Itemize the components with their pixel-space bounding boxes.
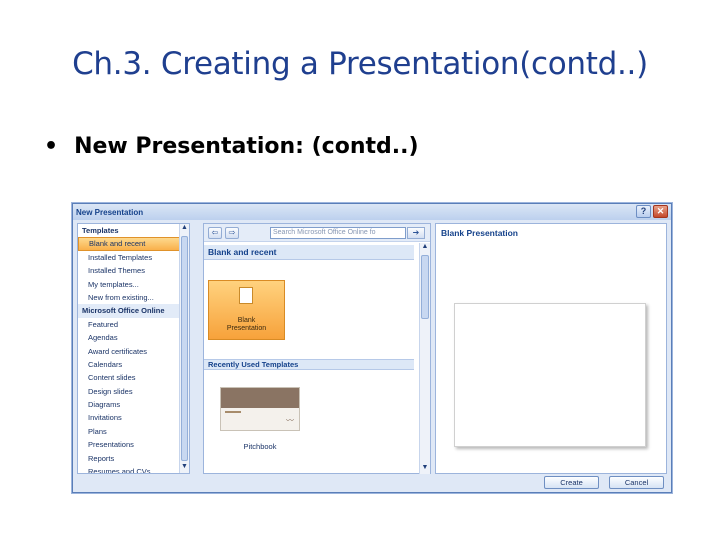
search-go-button[interactable]: ➔ (407, 227, 425, 239)
scroll-thumb[interactable] (421, 255, 429, 319)
blank-slide-preview (454, 303, 646, 447)
forward-arrow-icon[interactable]: ⇨ (225, 227, 239, 239)
online-section-header: Microsoft Office Online (78, 304, 180, 318)
online-item-diagrams[interactable]: Diagrams (78, 398, 180, 411)
new-presentation-dialog: New Presentation ? ✕ Templates Blank and… (72, 203, 672, 493)
gallery-body: Blank and recent Blank Presentation Rece… (204, 243, 430, 474)
scroll-thumb[interactable] (181, 236, 188, 461)
bullet-item: • New Presentation: (contd..) (44, 134, 419, 159)
create-button[interactable]: Create (544, 476, 599, 489)
pitchbook-thumbnail[interactable]: 〰 (220, 387, 300, 431)
dialog-titlebar: New Presentation ? ✕ (73, 204, 671, 220)
scroll-down-arrow-icon[interactable]: ▼ (420, 464, 430, 474)
gallery-header: Blank and recent (204, 245, 414, 260)
gallery-content: Blank and recent Blank Presentation Rece… (204, 243, 414, 474)
bullet-symbol: • (44, 134, 59, 159)
pitchbook-label: Pitchbook (243, 442, 277, 451)
online-item-agendas[interactable]: Agendas (78, 331, 180, 344)
templates-pane: Templates Blank and recent Installed Tem… (77, 223, 190, 474)
template-item-my-templates[interactable]: My templates... (78, 278, 180, 291)
close-button[interactable]: ✕ (653, 205, 668, 218)
scroll-up-arrow-icon[interactable]: ▲ (180, 224, 189, 234)
online-item-invitations[interactable]: Invitations (78, 411, 180, 424)
pitchbook-band (221, 388, 299, 408)
scroll-down-arrow-icon[interactable]: ▼ (180, 463, 189, 473)
online-item-content-slides[interactable]: Content slides (78, 371, 180, 384)
online-item-presentations[interactable]: Presentations (78, 438, 180, 451)
blank-presentation-tile[interactable]: Blank Presentation (208, 280, 285, 340)
gallery-scrollbar[interactable]: ▲ ▼ (419, 243, 430, 474)
preview-pane: Blank Presentation (435, 223, 667, 474)
template-item-new-from-existing[interactable]: New from existing... (78, 291, 180, 304)
pitchbook-title-bar (225, 411, 241, 413)
help-button[interactable]: ? (636, 205, 651, 218)
search-input[interactable]: Search Microsoft Office Online fo (270, 227, 406, 239)
online-item-reports[interactable]: Reports (78, 452, 180, 465)
online-item-calendars[interactable]: Calendars (78, 358, 180, 371)
online-item-resumes[interactable]: Resumes and CVs (78, 465, 180, 473)
template-item-blank-and-recent[interactable]: Blank and recent (78, 237, 180, 251)
online-item-award-certificates[interactable]: Award certificates (78, 345, 180, 358)
online-item-design-slides[interactable]: Design slides (78, 385, 180, 398)
dialog-title: New Presentation (76, 207, 144, 217)
slide-title: Ch.3. Creating a Presentation(contd..) (72, 46, 648, 82)
templates-header: Templates (82, 226, 119, 235)
gallery-nav: ⇦ ⇨ Search Microsoft Office Online fo ➔ (204, 224, 430, 242)
back-arrow-icon[interactable]: ⇦ (208, 227, 222, 239)
online-item-featured[interactable]: Featured (78, 318, 180, 331)
preview-title: Blank Presentation (441, 228, 518, 238)
blank-document-icon (239, 287, 253, 304)
templates-list: Templates Blank and recent Installed Tem… (78, 224, 180, 473)
online-item-plans[interactable]: Plans (78, 425, 180, 438)
template-item-installed-themes[interactable]: Installed Themes (78, 264, 180, 277)
recent-templates-header: Recently Used Templates (204, 359, 414, 370)
cancel-button[interactable]: Cancel (609, 476, 664, 489)
gallery-pane: ⇦ ⇨ Search Microsoft Office Online fo ➔ … (203, 223, 431, 474)
bullet-text: New Presentation: (contd..) (74, 134, 419, 159)
blank-presentation-label: Blank Presentation (226, 317, 267, 332)
pitchbook-logo-icon: 〰 (286, 416, 294, 425)
template-item-installed-templates[interactable]: Installed Templates (78, 251, 180, 264)
scroll-up-arrow-icon[interactable]: ▲ (420, 243, 430, 253)
templates-scrollbar[interactable]: ▲ ▼ (179, 224, 189, 473)
